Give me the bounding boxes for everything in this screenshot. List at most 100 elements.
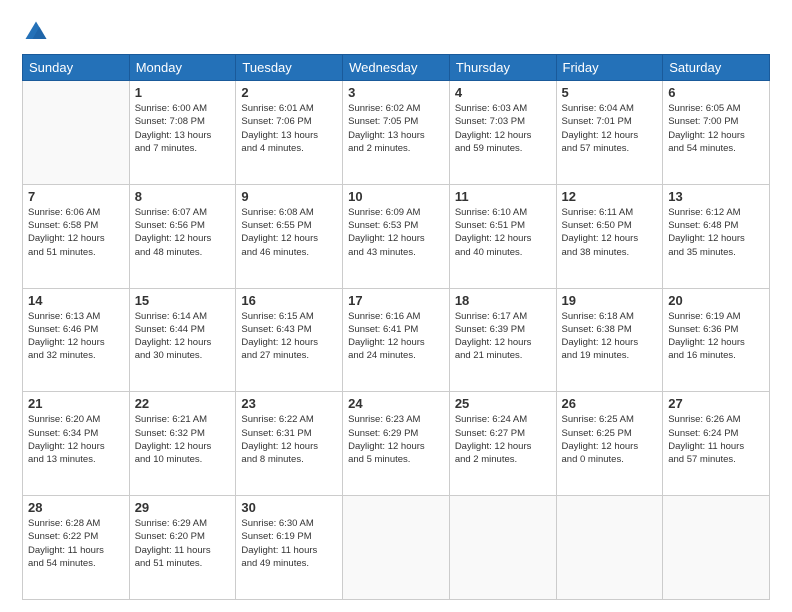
calendar-cell (663, 496, 770, 600)
day-number: 8 (135, 189, 231, 204)
day-number: 10 (348, 189, 444, 204)
calendar-cell: 10Sunrise: 6:09 AM Sunset: 6:53 PM Dayli… (343, 184, 450, 288)
day-info: Sunrise: 6:30 AM Sunset: 6:19 PM Dayligh… (241, 517, 337, 570)
day-number: 19 (562, 293, 658, 308)
calendar-header-row: SundayMondayTuesdayWednesdayThursdayFrid… (23, 55, 770, 81)
calendar-cell: 17Sunrise: 6:16 AM Sunset: 6:41 PM Dayli… (343, 288, 450, 392)
day-info: Sunrise: 6:06 AM Sunset: 6:58 PM Dayligh… (28, 206, 124, 259)
day-number: 2 (241, 85, 337, 100)
day-info: Sunrise: 6:26 AM Sunset: 6:24 PM Dayligh… (668, 413, 764, 466)
day-info: Sunrise: 6:16 AM Sunset: 6:41 PM Dayligh… (348, 310, 444, 363)
day-number: 22 (135, 396, 231, 411)
day-info: Sunrise: 6:08 AM Sunset: 6:55 PM Dayligh… (241, 206, 337, 259)
calendar-cell: 9 Sunrise: 6:08 AM Sunset: 6:55 PM Daylig… (236, 184, 343, 288)
day-info: Sunrise: 6:03 AM Sunset: 7:03 PM Dayligh… (455, 102, 551, 155)
day-number: 3 (348, 85, 444, 100)
calendar-cell (23, 81, 130, 185)
calendar-cell: 23Sunrise: 6:22 AM Sunset: 6:31 PM Dayli… (236, 392, 343, 496)
calendar-header-thursday: Thursday (449, 55, 556, 81)
calendar-cell: 8 Sunrise: 6:07 AM Sunset: 6:56 PM Daylig… (129, 184, 236, 288)
calendar-header-wednesday: Wednesday (343, 55, 450, 81)
calendar-cell: 26 Sunrise: 6:25 AM Sunset: 6:25 PM Dayli… (556, 392, 663, 496)
day-number: 13 (668, 189, 764, 204)
calendar-cell: 21 Sunrise: 6:20 AM Sunset: 6:34 PM Dayli… (23, 392, 130, 496)
day-number: 20 (668, 293, 764, 308)
calendar-cell: 30 Sunrise: 6:30 AM Sunset: 6:19 PM Dayli… (236, 496, 343, 600)
day-info: Sunrise: 6:17 AM Sunset: 6:39 PM Dayligh… (455, 310, 551, 363)
day-info: Sunrise: 6:10 AM Sunset: 6:51 PM Dayligh… (455, 206, 551, 259)
day-info: Sunrise: 6:07 AM Sunset: 6:56 PM Dayligh… (135, 206, 231, 259)
calendar-cell: 3 Sunrise: 6:02 AM Sunset: 7:05 PM Daylig… (343, 81, 450, 185)
day-number: 11 (455, 189, 551, 204)
calendar-table: SundayMondayTuesdayWednesdayThursdayFrid… (22, 54, 770, 600)
day-info: Sunrise: 6:24 AM Sunset: 6:27 PM Dayligh… (455, 413, 551, 466)
calendar-cell: 29 Sunrise: 6:29 AM Sunset: 6:20 PM Dayli… (129, 496, 236, 600)
header (22, 18, 770, 46)
day-info: Sunrise: 6:05 AM Sunset: 7:00 PM Dayligh… (668, 102, 764, 155)
week-row-5: 28 Sunrise: 6:28 AM Sunset: 6:22 PM Dayli… (23, 496, 770, 600)
day-number: 6 (668, 85, 764, 100)
calendar-cell: 1Sunrise: 6:00 AM Sunset: 7:08 PM Daylig… (129, 81, 236, 185)
day-number: 21 (28, 396, 124, 411)
day-number: 28 (28, 500, 124, 515)
week-row-1: 1Sunrise: 6:00 AM Sunset: 7:08 PM Daylig… (23, 81, 770, 185)
day-info: Sunrise: 6:29 AM Sunset: 6:20 PM Dayligh… (135, 517, 231, 570)
calendar-cell: 13 Sunrise: 6:12 AM Sunset: 6:48 PM Dayli… (663, 184, 770, 288)
day-info: Sunrise: 6:21 AM Sunset: 6:32 PM Dayligh… (135, 413, 231, 466)
day-info: Sunrise: 6:28 AM Sunset: 6:22 PM Dayligh… (28, 517, 124, 570)
day-number: 14 (28, 293, 124, 308)
day-info: Sunrise: 6:12 AM Sunset: 6:48 PM Dayligh… (668, 206, 764, 259)
day-info: Sunrise: 6:15 AM Sunset: 6:43 PM Dayligh… (241, 310, 337, 363)
day-info: Sunrise: 6:18 AM Sunset: 6:38 PM Dayligh… (562, 310, 658, 363)
day-number: 7 (28, 189, 124, 204)
day-info: Sunrise: 6:04 AM Sunset: 7:01 PM Dayligh… (562, 102, 658, 155)
calendar-cell: 12 Sunrise: 6:11 AM Sunset: 6:50 PM Dayli… (556, 184, 663, 288)
day-number: 29 (135, 500, 231, 515)
day-number: 12 (562, 189, 658, 204)
calendar-cell: 6 Sunrise: 6:05 AM Sunset: 7:00 PM Daylig… (663, 81, 770, 185)
calendar-header-sunday: Sunday (23, 55, 130, 81)
day-number: 5 (562, 85, 658, 100)
day-number: 24 (348, 396, 444, 411)
calendar-cell (343, 496, 450, 600)
day-number: 18 (455, 293, 551, 308)
day-number: 1 (135, 85, 231, 100)
calendar-header-saturday: Saturday (663, 55, 770, 81)
calendar-cell: 24 Sunrise: 6:23 AM Sunset: 6:29 PM Dayli… (343, 392, 450, 496)
calendar-cell: 4Sunrise: 6:03 AM Sunset: 7:03 PM Daylig… (449, 81, 556, 185)
calendar-cell: 18 Sunrise: 6:17 AM Sunset: 6:39 PM Dayli… (449, 288, 556, 392)
calendar-cell: 28 Sunrise: 6:28 AM Sunset: 6:22 PM Dayli… (23, 496, 130, 600)
calendar-cell (449, 496, 556, 600)
calendar-cell: 22 Sunrise: 6:21 AM Sunset: 6:32 PM Dayli… (129, 392, 236, 496)
day-info: Sunrise: 6:20 AM Sunset: 6:34 PM Dayligh… (28, 413, 124, 466)
day-info: Sunrise: 6:14 AM Sunset: 6:44 PM Dayligh… (135, 310, 231, 363)
calendar-cell (556, 496, 663, 600)
calendar-cell: 20 Sunrise: 6:19 AM Sunset: 6:36 PM Dayli… (663, 288, 770, 392)
day-info: Sunrise: 6:25 AM Sunset: 6:25 PM Dayligh… (562, 413, 658, 466)
day-info: Sunrise: 6:22 AM Sunset: 6:31 PM Dayligh… (241, 413, 337, 466)
calendar-cell: 16 Sunrise: 6:15 AM Sunset: 6:43 PM Dayli… (236, 288, 343, 392)
calendar-cell: 15 Sunrise: 6:14 AM Sunset: 6:44 PM Dayli… (129, 288, 236, 392)
day-number: 30 (241, 500, 337, 515)
day-info: Sunrise: 6:23 AM Sunset: 6:29 PM Dayligh… (348, 413, 444, 466)
calendar-cell: 19 Sunrise: 6:18 AM Sunset: 6:38 PM Dayli… (556, 288, 663, 392)
calendar-header-tuesday: Tuesday (236, 55, 343, 81)
week-row-2: 7 Sunrise: 6:06 AM Sunset: 6:58 PM Daylig… (23, 184, 770, 288)
calendar-cell: 11 Sunrise: 6:10 AM Sunset: 6:51 PM Dayli… (449, 184, 556, 288)
calendar-cell: 27Sunrise: 6:26 AM Sunset: 6:24 PM Dayli… (663, 392, 770, 496)
day-number: 15 (135, 293, 231, 308)
calendar-header-friday: Friday (556, 55, 663, 81)
day-number: 16 (241, 293, 337, 308)
calendar-cell: 25Sunrise: 6:24 AM Sunset: 6:27 PM Dayli… (449, 392, 556, 496)
day-info: Sunrise: 6:01 AM Sunset: 7:06 PM Dayligh… (241, 102, 337, 155)
day-info: Sunrise: 6:11 AM Sunset: 6:50 PM Dayligh… (562, 206, 658, 259)
day-number: 26 (562, 396, 658, 411)
calendar-cell: 7 Sunrise: 6:06 AM Sunset: 6:58 PM Daylig… (23, 184, 130, 288)
week-row-3: 14 Sunrise: 6:13 AM Sunset: 6:46 PM Dayli… (23, 288, 770, 392)
day-info: Sunrise: 6:13 AM Sunset: 6:46 PM Dayligh… (28, 310, 124, 363)
week-row-4: 21 Sunrise: 6:20 AM Sunset: 6:34 PM Dayli… (23, 392, 770, 496)
day-info: Sunrise: 6:02 AM Sunset: 7:05 PM Dayligh… (348, 102, 444, 155)
day-info: Sunrise: 6:19 AM Sunset: 6:36 PM Dayligh… (668, 310, 764, 363)
day-number: 9 (241, 189, 337, 204)
calendar-cell: 2 Sunrise: 6:01 AM Sunset: 7:06 PM Daylig… (236, 81, 343, 185)
